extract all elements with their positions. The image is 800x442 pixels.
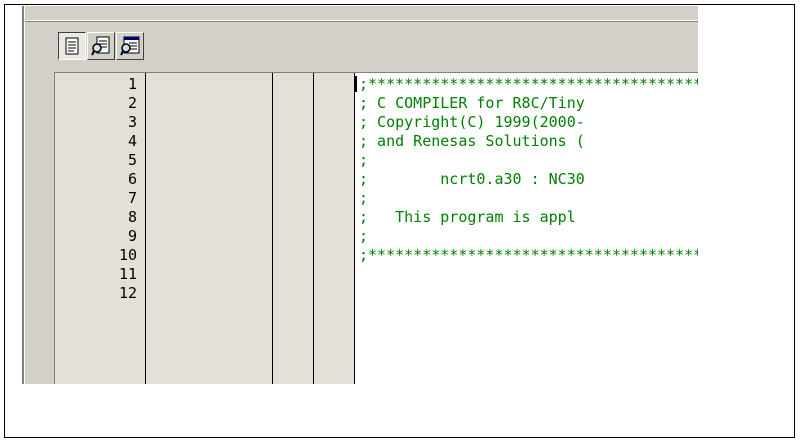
window-border (22, 6, 25, 384)
source-editor[interactable]: 1 2 3 4 5 6 7 8 9 10 11 12 ;***********************… (54, 72, 698, 384)
code-area[interactable]: ;***************************************… (355, 73, 698, 384)
address-column[interactable] (146, 73, 273, 384)
mixed-view-button[interactable] (87, 32, 115, 60)
code-line: ; Copyright(C) 1999(2000- (359, 113, 585, 131)
window-top-strip (25, 6, 698, 21)
source-view-icon (65, 37, 79, 55)
source-view-button[interactable] (58, 32, 86, 60)
code-line: ; and Renesas Solutions ( (359, 132, 585, 150)
editor-window: 1 2 3 4 5 6 7 8 9 10 11 12 ;***********************… (22, 6, 698, 384)
line-number: 4 (127, 132, 137, 150)
disassembly-view-icon (120, 36, 140, 56)
code-line: ;*************************************** (359, 246, 698, 264)
code-line: ; C COMPILER for R8C/Tiny (359, 94, 585, 112)
mixed-view-icon (91, 36, 110, 56)
line-number: 2 (127, 94, 137, 112)
code-line: ; (359, 189, 369, 207)
disassembly-view-button[interactable] (116, 32, 144, 60)
line-number: 1 (127, 75, 137, 93)
code-line: ; This program is appl (359, 208, 576, 226)
line-number: 5 (127, 151, 137, 169)
line-number: 11 (118, 265, 137, 283)
line-number: 7 (127, 189, 137, 207)
text-cursor (355, 76, 357, 92)
code-line: ;*************************************** (359, 75, 698, 93)
code-line: ; (359, 227, 369, 245)
line-number: 6 (127, 170, 137, 188)
line-number: 8 (127, 208, 137, 226)
line-number: 9 (127, 227, 137, 245)
event-column[interactable] (314, 73, 355, 384)
code-line: ; (359, 151, 369, 169)
line-number-column: 1 2 3 4 5 6 7 8 9 10 11 12 (55, 73, 146, 384)
line-number: 3 (127, 113, 137, 131)
code-lines: ;***************************************… (359, 75, 698, 303)
line-number: 12 (118, 284, 137, 302)
view-toolbar (58, 32, 144, 64)
code-line: ; ncrt0.a30 : NC30 (359, 170, 585, 188)
breakpoint-column[interactable] (273, 73, 314, 384)
line-numbers: 1 2 3 4 5 6 7 8 9 10 11 12 (55, 75, 137, 303)
line-number: 10 (118, 246, 137, 264)
